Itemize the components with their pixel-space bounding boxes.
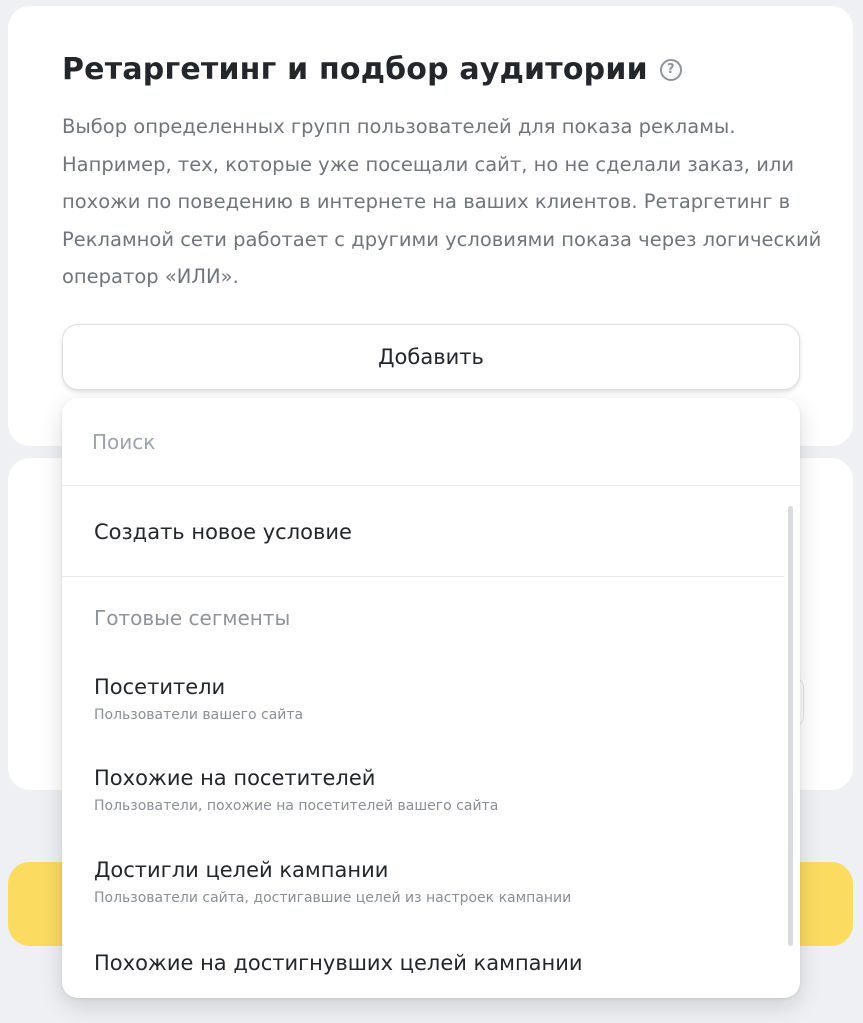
segment-item-goal-reached[interactable]: Достигли целей кампании Пользователи сай… [94,858,754,906]
search-input[interactable] [92,422,762,462]
create-condition-item[interactable]: Создать новое условие [62,487,784,577]
segment-item-lookalike-goal-reached[interactable]: Похожие на достигнувших целей кампании [94,951,754,975]
audience-dropdown: Создать новое условие Готовые сегменты П… [62,398,800,998]
section-title: Ретаргетинг и подбор аудитории [62,52,648,87]
search-row [62,398,800,486]
ready-segments-header: Готовые сегменты [94,606,291,630]
segment-label: Посетители [94,675,226,699]
segment-label: Достигли целей кампании [94,858,389,882]
question-circle-icon[interactable]: ? [659,58,682,81]
segment-sublabel: Пользователи, похожие на посетителей ваш… [94,798,499,814]
segment-item-lookalike-visitors[interactable]: Похожие на посетителей Пользователи, пох… [94,766,754,814]
dropdown-scrollbar[interactable] [788,506,793,946]
title-row: Ретаргетинг и подбор аудитории ? [62,52,682,87]
segment-item-visitors[interactable]: Посетители Пользователи вашего сайта [94,675,754,723]
section-description: Выбор определенных групп пользователей д… [62,115,822,288]
segment-label: Похожие на достигнувших целей кампании [94,951,583,975]
add-button[interactable]: Добавить [62,324,800,390]
segment-sublabel: Пользователи сайта, достигавшие целей из… [94,890,572,906]
segment-label: Похожие на посетителей [94,766,376,790]
segment-sublabel: Пользователи вашего сайта [94,707,304,723]
